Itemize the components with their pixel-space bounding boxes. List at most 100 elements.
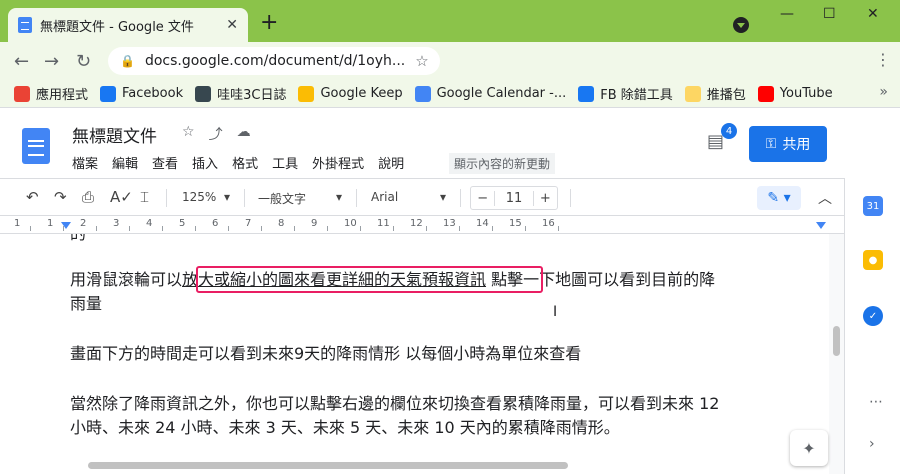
lock-icon: 🔒 [120, 54, 135, 68]
ruler-tick [558, 226, 559, 231]
ruler[interactable]: 1 1 2 3 4 5 6 7 8 9 10 11 12 13 14 15 16 [0, 216, 844, 234]
style-dropdown-icon[interactable]: ▾ [336, 190, 342, 204]
divider [356, 189, 357, 207]
ruler-number: 16 [542, 218, 555, 229]
menu-item[interactable]: 說明 [378, 153, 404, 172]
collapse-menus-icon[interactable]: ︿ [818, 188, 832, 208]
zoom-select[interactable]: 125% [182, 190, 216, 204]
calendar-icon[interactable]: 31 [863, 196, 883, 216]
text-cursor-icon: I [553, 304, 558, 320]
keep-icon[interactable]: ● [863, 250, 883, 270]
bookmark-item[interactable]: YouTube [757, 85, 833, 102]
bookmark-item[interactable]: Google Calendar -... [414, 85, 567, 102]
font-dropdown-icon[interactable]: ▾ [440, 190, 446, 204]
redo-icon[interactable]: ↷ [54, 188, 67, 206]
menu-item[interactable]: 外掛程式 [312, 153, 364, 172]
bookmark-label: FB 除錯工具 [600, 88, 673, 103]
ruler-number: 15 [509, 218, 522, 229]
explore-button[interactable]: ✦ [790, 430, 828, 466]
title-icons: ☆ ⤴ ☁ [182, 124, 251, 144]
minimize-button[interactable]: — [780, 6, 794, 22]
tab-close-icon[interactable]: ✕ [226, 17, 238, 33]
bookmark-item[interactable]: FB 除錯工具 [578, 84, 673, 103]
bookmark-label: Google Calendar -... [436, 86, 567, 101]
folder-icon [684, 85, 701, 102]
ruler-number: 6 [212, 218, 219, 229]
menu-item[interactable]: 查看 [152, 153, 178, 172]
bookmarks-more-icon[interactable]: » [879, 84, 888, 100]
menu-item[interactable]: 檔案 [72, 153, 98, 172]
ruler-number: 3 [113, 218, 120, 229]
tasks-icon[interactable]: ✓ [863, 306, 883, 326]
highlight-annotation-box [196, 266, 543, 293]
font-select[interactable]: Arial [371, 190, 398, 204]
move-folder-icon[interactable]: ⤴ [209, 124, 223, 144]
font-size-increase-button[interactable]: + [534, 191, 557, 206]
ruler-tick [327, 226, 328, 231]
new-tab-button[interactable]: + [260, 12, 278, 34]
menu-item[interactable]: 工具 [272, 153, 298, 172]
share-button[interactable]: ⚿ 共用 [749, 126, 827, 162]
browser-menu-icon[interactable]: ⋮ [875, 50, 891, 69]
ruler-tick [426, 226, 427, 231]
omnibox[interactable]: 🔒 docs.google.com/document/d/1oyh... ☆ [108, 47, 440, 75]
more-addons-icon[interactable]: ⋯ [869, 394, 883, 410]
right-indent-marker[interactable] [816, 222, 826, 229]
url-text[interactable]: docs.google.com/document/d/1oyh... [145, 53, 405, 69]
back-icon[interactable]: ← [14, 51, 29, 72]
font-size-decrease-button[interactable]: − [471, 191, 494, 206]
menu-item[interactable]: 插入 [192, 153, 218, 172]
cloud-status-icon[interactable]: ☁ [237, 124, 251, 144]
bookmark-label: 哇哇3C日誌 [217, 88, 287, 103]
maximize-button[interactable]: ☐ [823, 6, 836, 22]
docs-logo-icon[interactable] [22, 128, 50, 164]
comments-badge: 4 [721, 123, 737, 139]
youtube-icon [757, 85, 774, 102]
ruler-tick [492, 226, 493, 231]
menu-item[interactable]: 格式 [232, 153, 258, 172]
font-size-input[interactable]: 11 [494, 190, 534, 206]
ruler-tick [294, 226, 295, 231]
ruler-tick [129, 226, 130, 231]
last-edit-link[interactable]: 顯示內容的新更動 [449, 153, 556, 174]
bookmark-item[interactable]: 推播包 [684, 84, 746, 103]
menu-item[interactable]: 編輯 [112, 153, 138, 172]
ruler-tick [525, 226, 526, 231]
bookmark-label: YouTube [779, 86, 833, 101]
comments-icon[interactable]: ▤ 4 [707, 123, 737, 153]
bookmark-label: 應用程式 [36, 88, 89, 103]
spellcheck-icon[interactable]: A✓ [110, 188, 133, 206]
paragraph-3: 當然除了降雨資訊之外，你也可以點擊右邊的欄位來切換查看累積降雨量，可以看到未來 … [70, 392, 815, 440]
expand-panel-icon[interactable]: › [869, 436, 875, 452]
vertical-scrollbar[interactable] [829, 234, 844, 474]
bookmark-label: Facebook [122, 86, 184, 101]
bookmark-label: Google Keep [320, 86, 403, 101]
para3-line1: 當然除了降雨資訊之外，你也可以點擊右邊的欄位來切換查看累積降雨量，可以看到未來 … [70, 394, 720, 413]
document-title[interactable]: 無標題文件 [72, 122, 157, 147]
bookmark-item[interactable]: 哇哇3C日誌 [195, 84, 286, 103]
paint-format-icon[interactable]: ⌶ [140, 188, 149, 206]
editing-mode-button[interactable]: ✎ ▾ [757, 186, 801, 210]
bookmark-item[interactable]: Google Keep [298, 85, 403, 102]
star-icon[interactable]: ☆ [182, 124, 195, 144]
horizontal-scrollbar[interactable] [88, 462, 568, 469]
ruler-number: 4 [146, 218, 153, 229]
docs-favicon-icon [18, 17, 32, 33]
scrollbar-thumb[interactable] [833, 326, 840, 356]
reload-icon[interactable]: ↻ [76, 51, 91, 72]
ruler-number: 9 [311, 218, 318, 229]
bookmark-star-icon[interactable]: ☆ [415, 52, 428, 70]
bookmark-item[interactable]: Facebook [100, 85, 184, 102]
style-select[interactable]: 一般文字 [258, 190, 306, 207]
browser-tab[interactable]: 無標題文件 - Google 文件 ✕ [8, 8, 248, 42]
ruler-number: 11 [377, 218, 390, 229]
zoom-dropdown-icon[interactable]: ▾ [224, 190, 230, 204]
close-window-button[interactable]: ✕ [867, 6, 879, 22]
forward-icon[interactable]: → [44, 51, 59, 72]
print-icon[interactable]: ⎙ [82, 188, 94, 206]
tab-search-icon[interactable] [733, 17, 749, 33]
undo-icon[interactable]: ↶ [26, 188, 39, 206]
docs-toolbar: ↶ ↷ ⎙ A✓ ⌶ 125% ▾ 一般文字 ▾ Arial ▾ − 11 + … [0, 178, 844, 216]
bookmark-item[interactable]: 應用程式 [14, 84, 88, 103]
ruler-tick [195, 226, 196, 231]
